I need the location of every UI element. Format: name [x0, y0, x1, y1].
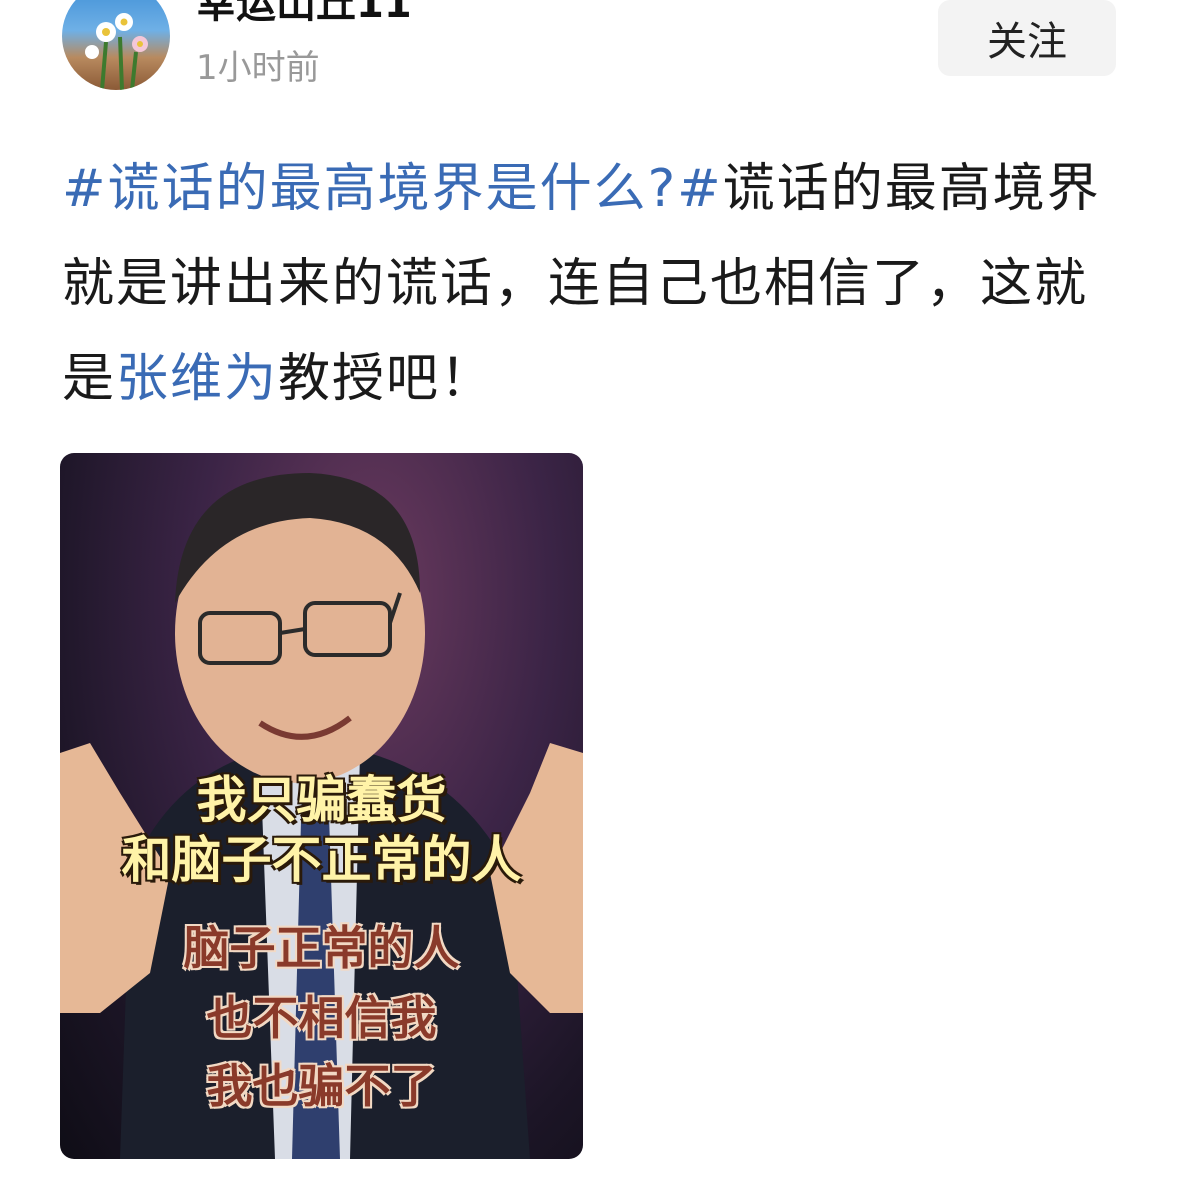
author-name[interactable]: 幸运山丘11: [196, 0, 412, 28]
post-body: #谎话的最高境界是什么?#谎话的最高境界就是讲出来的谎话，连自己也相信了，这就是…: [62, 142, 1132, 427]
post-timestamp: 1小时前: [196, 48, 320, 88]
post-text-part-2: 教授吧！: [278, 349, 495, 409]
mention-link[interactable]: 张维为: [116, 349, 278, 409]
caption-main-line-2: 和脑子不正常的人: [121, 831, 522, 889]
caption-sub-line-3: 我也骗不了: [206, 1059, 437, 1113]
post-image[interactable]: 我只骗蠢货 和脑子不正常的人 脑子正常的人 也不相信我 我也骗不了: [60, 453, 583, 1159]
avatar[interactable]: [62, 0, 170, 90]
follow-button[interactable]: 关注: [938, 0, 1116, 76]
avatar-flower-icon: [85, 13, 148, 90]
caption-sub-line-2: 也不相信我: [206, 991, 437, 1045]
hashtag-link[interactable]: #谎话的最高境界是什么?#: [62, 159, 723, 219]
post-header: 幸运山丘11 1小时前 关注: [0, 0, 1180, 100]
caption-main-line-1: 我只骗蠢货: [196, 771, 447, 829]
caption-sub-line-1: 脑子正常的人: [183, 921, 460, 975]
